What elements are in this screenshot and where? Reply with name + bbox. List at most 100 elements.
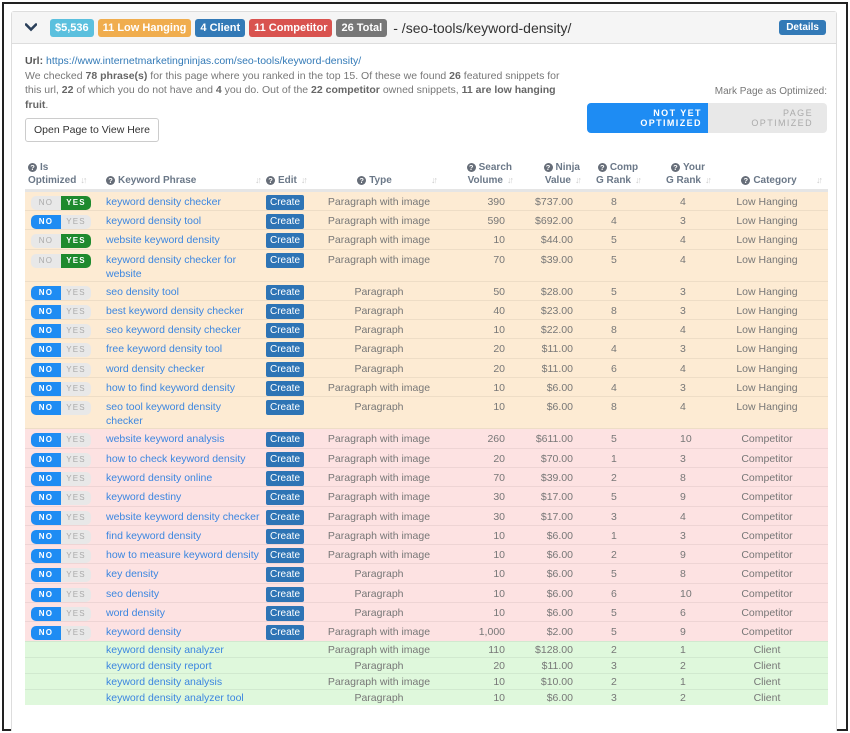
toggle-no[interactable]: NO xyxy=(31,452,61,467)
toggle-no[interactable]: NO xyxy=(31,215,61,229)
create-button[interactable]: Create xyxy=(266,548,305,564)
optimized-toggle[interactable]: NO YES xyxy=(31,452,91,467)
toggle-no[interactable]: NO xyxy=(31,285,61,300)
create-button[interactable]: Create xyxy=(266,323,305,339)
create-button[interactable]: Create xyxy=(266,586,305,602)
toggle-yes[interactable]: YES xyxy=(61,587,91,602)
optimized-toggle[interactable]: NO YES xyxy=(31,215,91,229)
create-button[interactable]: Create xyxy=(266,528,305,544)
toggle-yes[interactable]: YES xyxy=(61,433,91,448)
create-button[interactable]: Create xyxy=(266,233,305,249)
keyword-phrase-link[interactable]: find keyword density xyxy=(106,530,201,542)
create-button[interactable]: Create xyxy=(266,490,305,506)
create-button[interactable]: Create xyxy=(266,284,305,300)
toggle-yes[interactable]: YES xyxy=(61,253,91,268)
keyword-phrase-link[interactable]: keyword density checker xyxy=(106,196,221,208)
optimized-toggle[interactable]: NO YES xyxy=(31,568,91,583)
toggle-no[interactable]: NO xyxy=(31,401,61,416)
keyword-phrase-link[interactable]: website keyword density xyxy=(106,234,220,246)
toggle-yes[interactable]: YES xyxy=(61,324,91,339)
details-button[interactable]: Details xyxy=(779,20,826,35)
toggle-no[interactable]: NO xyxy=(31,491,61,506)
help-icon[interactable]: ? xyxy=(357,176,367,185)
help-icon[interactable]: ? xyxy=(106,176,115,185)
toggle-no[interactable]: NO xyxy=(31,324,61,339)
keyword-phrase-link[interactable]: keyword density analyzer xyxy=(106,644,224,656)
chevron-down-icon[interactable] xyxy=(24,21,38,35)
toggle-yes[interactable]: YES xyxy=(61,471,91,486)
panel-heading[interactable]: $5,536 11 Low Hanging 4 Client 11 Compet… xyxy=(12,12,836,44)
toggle-yes[interactable]: YES xyxy=(61,491,91,506)
toggle-no[interactable]: NO xyxy=(31,196,61,210)
help-icon[interactable]: ? xyxy=(28,163,37,172)
toggle-no[interactable]: NO xyxy=(31,568,61,583)
keyword-phrase-link[interactable]: seo density tool xyxy=(106,286,179,298)
sort-icon[interactable]: ↓↑ xyxy=(507,175,514,185)
optimized-toggle[interactable]: NO YES xyxy=(31,510,91,525)
col-is-optimized[interactable]: ? Is Optimized ↓↑ xyxy=(25,159,103,192)
optimized-toggle[interactable]: NO YES xyxy=(31,607,91,622)
toggle-yes[interactable]: YES xyxy=(61,382,91,397)
optimized-toggle[interactable]: NO YES xyxy=(31,529,91,544)
col-keyword-phrase[interactable]: ? Keyword Phrase ↓↑ xyxy=(103,159,263,192)
create-button[interactable]: Create xyxy=(266,342,305,358)
create-button[interactable]: Create xyxy=(266,470,305,486)
keyword-phrase-link[interactable]: seo density xyxy=(106,588,159,600)
create-button[interactable]: Create xyxy=(266,195,305,210)
toggle-yes[interactable]: YES xyxy=(61,343,91,358)
create-button[interactable]: Create xyxy=(266,400,305,416)
create-button[interactable]: Create xyxy=(266,606,305,622)
sort-icon[interactable]: ↓↑ xyxy=(431,174,438,187)
keyword-phrase-link[interactable]: seo tool keyword density checker xyxy=(106,401,221,427)
sort-icon[interactable]: ↓↑ xyxy=(816,174,823,187)
toggle-yes[interactable]: YES xyxy=(61,568,91,583)
toggle-no[interactable]: NO xyxy=(31,234,61,249)
keyword-phrase-link[interactable]: key density xyxy=(106,568,159,580)
toggle-no[interactable]: NO xyxy=(31,362,61,377)
col-search-volume[interactable]: ? Search Volume ↓↑ xyxy=(439,159,515,192)
keyword-phrase-link[interactable]: keyword density checker for website xyxy=(106,254,236,280)
help-icon[interactable]: ? xyxy=(466,163,476,172)
help-icon[interactable]: ? xyxy=(597,163,607,172)
toggle-yes[interactable]: YES xyxy=(61,304,91,319)
keyword-phrase-link[interactable]: website keyword density checker xyxy=(106,511,260,523)
optimized-toggle[interactable]: NO YES xyxy=(31,491,91,506)
create-button[interactable]: Create xyxy=(266,252,305,268)
toggle-yes[interactable]: YES xyxy=(61,196,91,210)
toggle-yes[interactable]: YES xyxy=(61,285,91,300)
help-icon[interactable]: ? xyxy=(670,163,680,172)
keyword-phrase-link[interactable]: keyword density analyzer tool xyxy=(106,692,244,704)
toggle-yes[interactable]: YES xyxy=(61,529,91,544)
optimized-toggle[interactable]: NO YES xyxy=(31,626,91,641)
optimized-toggle[interactable]: NO YES xyxy=(31,343,91,358)
toggle-no[interactable]: NO xyxy=(31,626,61,641)
optimized-toggle[interactable]: NO YES xyxy=(31,285,91,300)
not-yet-optimized-option[interactable]: NOT YET OPTIMIZED xyxy=(587,103,708,133)
optimized-toggle[interactable]: NO YES xyxy=(31,362,91,377)
toggle-no[interactable]: NO xyxy=(31,253,61,268)
open-page-button[interactable]: Open Page to View Here xyxy=(25,118,159,142)
create-button[interactable]: Create xyxy=(266,303,305,319)
create-button[interactable]: Create xyxy=(266,381,305,397)
toggle-no[interactable]: NO xyxy=(31,343,61,358)
create-button[interactable]: Create xyxy=(266,432,305,448)
toggle-yes[interactable]: YES xyxy=(61,401,91,416)
keyword-phrase-link[interactable]: website keyword analysis xyxy=(106,433,224,445)
toggle-yes[interactable]: YES xyxy=(61,234,91,249)
create-button[interactable]: Create xyxy=(266,451,305,467)
toggle-no[interactable]: NO xyxy=(31,529,61,544)
page-url-link[interactable]: https://www.internetmarketingninjas.com/… xyxy=(46,55,361,67)
toggle-yes[interactable]: YES xyxy=(61,452,91,467)
optimized-toggle[interactable]: NO YES xyxy=(31,234,91,249)
toggle-no[interactable]: NO xyxy=(31,549,61,564)
keyword-phrase-link[interactable]: word density xyxy=(106,607,165,619)
toggle-no[interactable]: NO xyxy=(31,510,61,525)
sort-icon[interactable]: ↓↑ xyxy=(575,175,582,185)
col-ninja-value[interactable]: ? Ninja Value ↓↑ xyxy=(515,159,583,192)
col-type[interactable]: ? Type ↓↑ xyxy=(319,159,439,192)
optimized-toggle[interactable]: NO YES xyxy=(31,401,91,416)
keyword-phrase-link[interactable]: keyword density report xyxy=(106,660,212,672)
keyword-phrase-link[interactable]: how to check keyword density xyxy=(106,453,245,465)
col-comp-g-rank[interactable]: ? Comp G Rank ↓↑ xyxy=(583,159,653,192)
optimized-toggle[interactable]: NO YES xyxy=(31,587,91,602)
